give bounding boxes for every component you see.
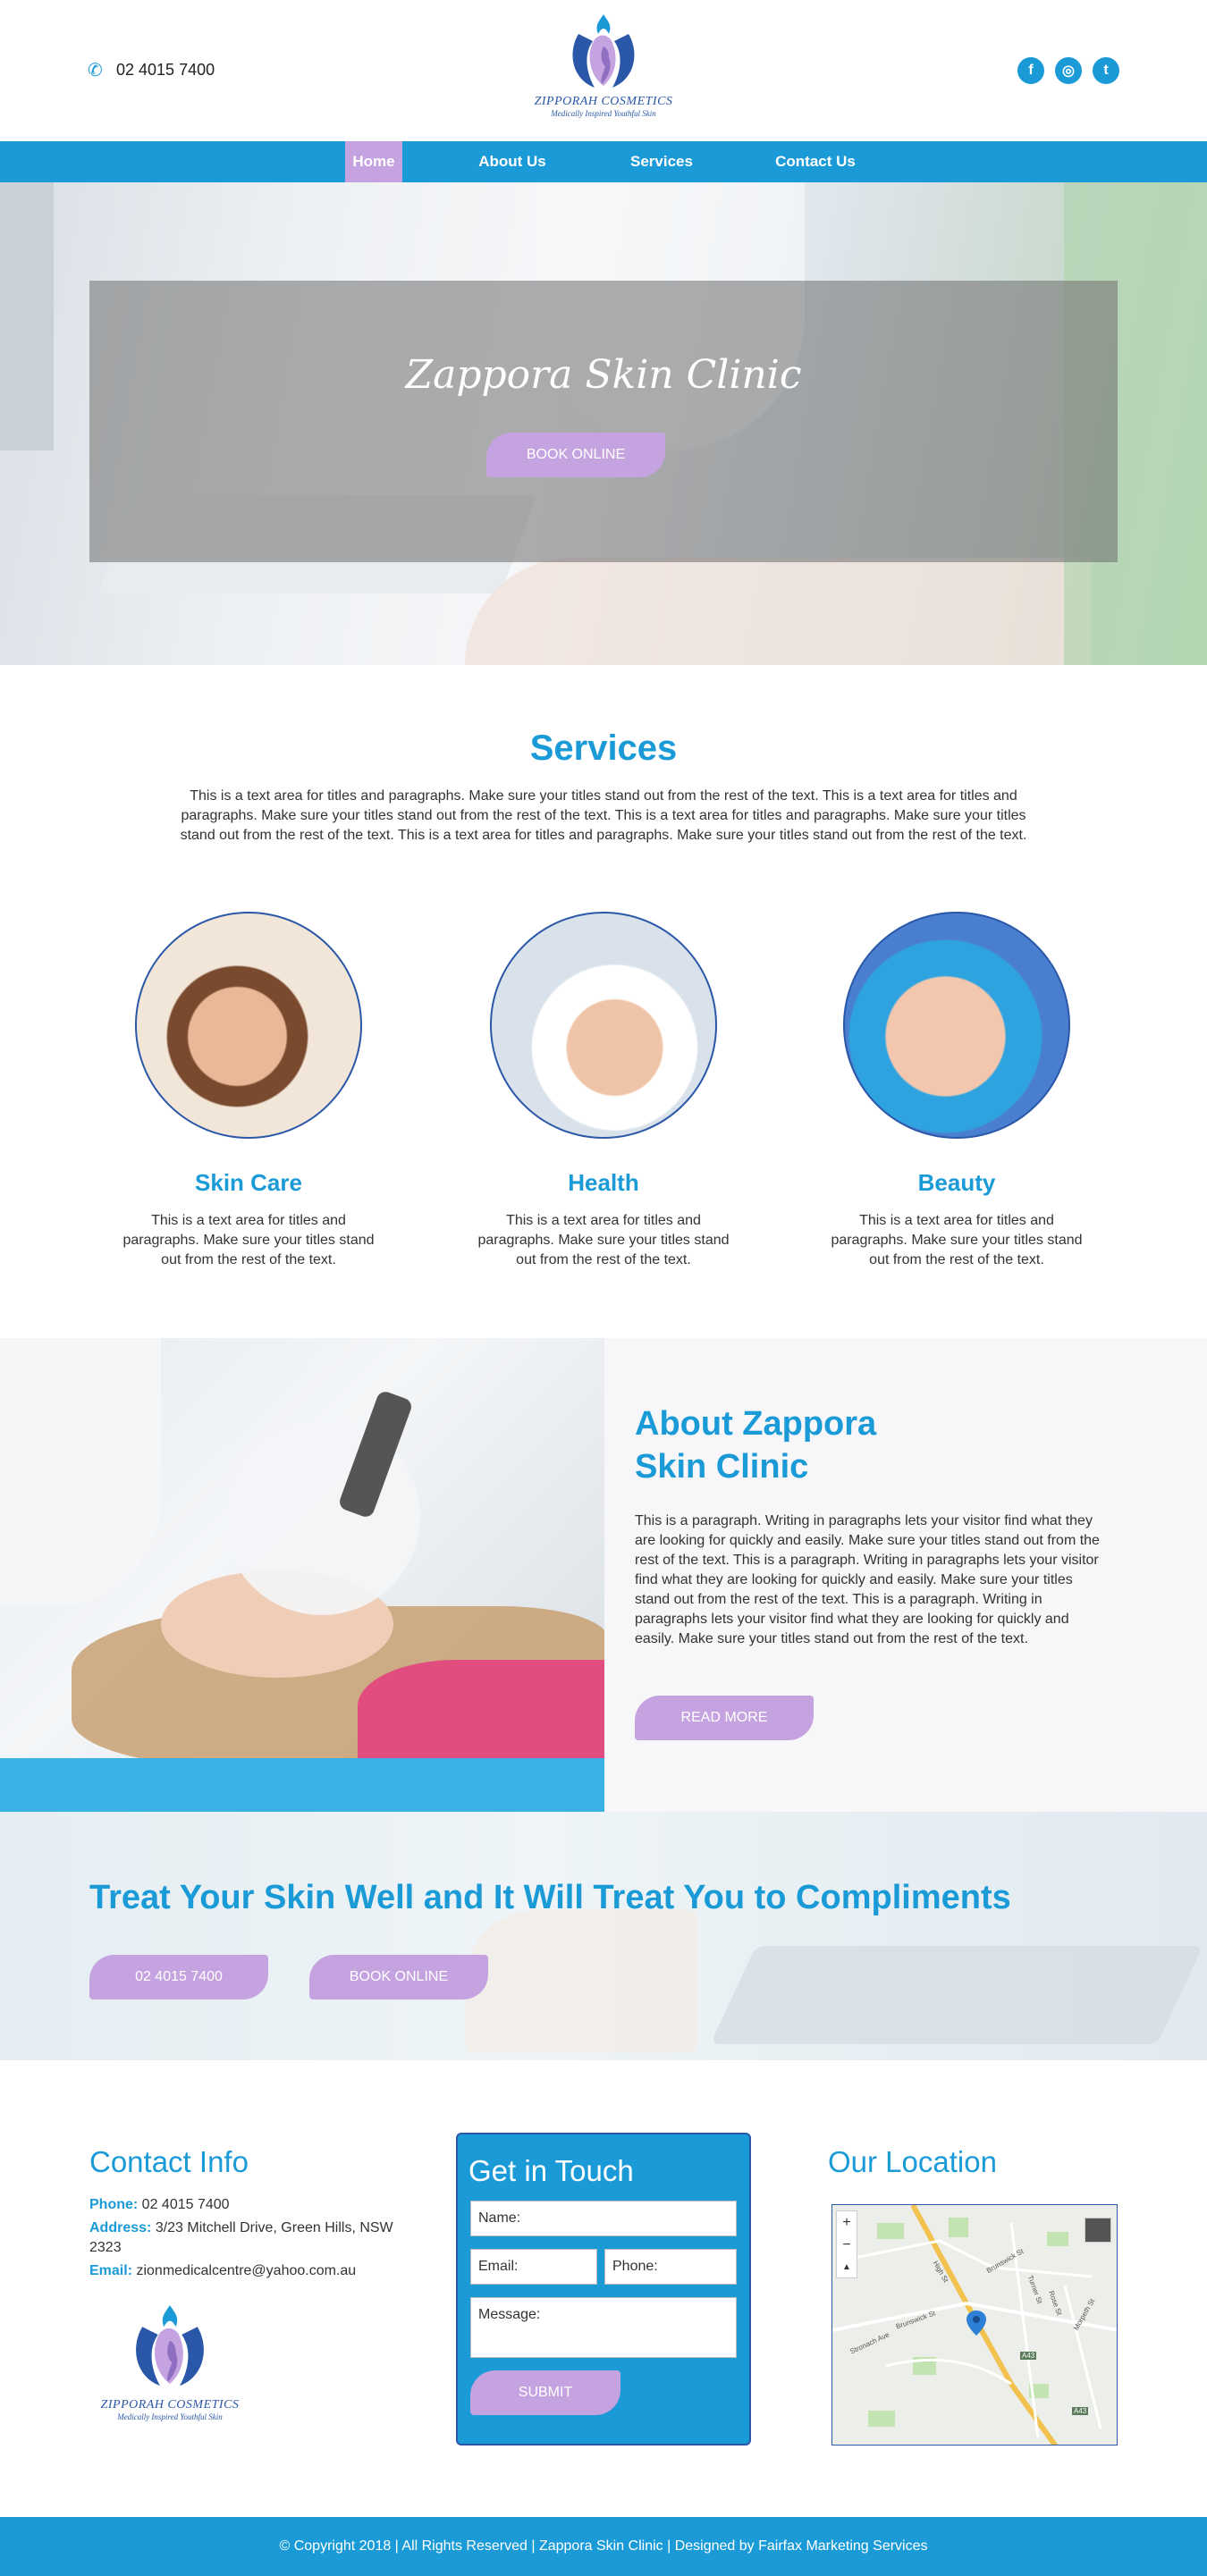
contact-phone-value[interactable]: 02 4015 7400 [142, 2197, 230, 2212]
fullscreen-icon[interactable] [1085, 2218, 1111, 2243]
twitter-icon[interactable]: t [1093, 57, 1119, 84]
logo[interactable]: ZIPPORAH COSMETICS Medically Inspired Yo… [528, 7, 679, 137]
service-card-skin-care: Skin Care This is a text area for titles… [114, 912, 383, 1270]
road-badge: A43 [1072, 2407, 1089, 2415]
name-field[interactable]: Name: [470, 2201, 737, 2236]
about-text: This is a paragraph. Writing in paragrap… [635, 1513, 1100, 1646]
logo-name: ZIPPORAH COSMETICS [534, 95, 673, 108]
contact-email: Email: zionmedicalcentre@yahoo.com.au [89, 2261, 411, 2281]
header: ✆ 02 4015 7400 ZIPPORAH COSMETICS Medica… [0, 0, 1207, 141]
hero-image-detail [0, 182, 54, 450]
contact-phone: Phone: 02 4015 7400 [89, 2195, 411, 2215]
service-title-beauty[interactable]: Beauty [823, 1169, 1091, 1197]
contact-phone-label: Phone: [89, 2197, 139, 2212]
about-title-line-1: About Zappora [635, 1405, 877, 1443]
contact-address: Address: 3/23 Mitchell Drive, Green Hill… [89, 2218, 411, 2258]
service-image-beauty [843, 912, 1070, 1139]
about-image [0, 1338, 604, 1812]
banner-book-online-button[interactable]: BOOK ONLINE [309, 1955, 488, 1999]
nav-contact-us[interactable]: Contact Us [765, 141, 865, 182]
about-title: About Zappora Skin Clinic [635, 1402, 1037, 1488]
header-phone[interactable]: ✆ 02 4015 7400 [88, 61, 215, 80]
contact-email-value[interactable]: zionmedicalcentre@yahoo.com.au [136, 2263, 356, 2278]
lotus-logo-icon [136, 2305, 204, 2387]
contact-form: Get in Touch Name: Email: Phone: Message… [456, 2133, 751, 2446]
nav-services[interactable]: Services [617, 141, 706, 182]
map-zoom-controls: + − ▲ [836, 2210, 857, 2278]
message-field[interactable]: Message: [470, 2297, 737, 2358]
hero-section: Zappora Skin Clinic BOOK ONLINE [0, 182, 1207, 665]
services-title: Services [529, 728, 678, 768]
hero-book-online-button[interactable]: BOOK ONLINE [486, 433, 665, 477]
page: ✆ 02 4015 7400 ZIPPORAH COSMETICS Medica… [0, 0, 1207, 2576]
facebook-icon[interactable]: f [1017, 57, 1044, 84]
our-location-title: Our Location [828, 2145, 997, 2178]
contact-info: Contact Info Phone: 02 4015 7400 Address… [89, 2145, 411, 2421]
nav-about-us[interactable]: About Us [465, 141, 560, 182]
our-location: Our Location [828, 2145, 1123, 2179]
banner-image-detail [710, 1946, 1203, 2044]
contact-form-title: Get in Touch [468, 2154, 634, 2187]
contact-address-label: Address: [89, 2220, 152, 2235]
service-title-health[interactable]: Health [469, 1169, 738, 1197]
phone-icon: ✆ [88, 60, 103, 80]
lotus-logo-icon [572, 14, 635, 88]
service-text-skin-care: This is a text area for titles and parag… [122, 1213, 375, 1267]
instagram-icon[interactable]: ◎ [1055, 57, 1082, 84]
social-links: f ◎ t [1017, 57, 1119, 84]
footer-logo-name: ZIPPORAH COSMETICS [100, 2398, 240, 2412]
submit-button[interactable]: SUBMIT [470, 2370, 620, 2415]
hero-image-detail [465, 558, 1091, 665]
location-map[interactable]: + − ▲ High St Brunswick St Brunswick St … [831, 2204, 1118, 2446]
footer-logo-tagline: Medically Inspired Youthful Skin [117, 2412, 223, 2421]
banner-title: Treat Your Skin Well and It Will Treat Y… [89, 1879, 1011, 1916]
service-card-beauty: Beauty This is a text area for titles an… [823, 912, 1091, 1270]
zoom-in-button[interactable]: + [837, 2211, 857, 2234]
about-panel: About Zappora Skin Clinic This is a para… [604, 1338, 1207, 1812]
service-text-health: This is a text area for titles and parag… [477, 1213, 730, 1267]
about-title-line-2: Skin Clinic [635, 1448, 809, 1486]
header-phone-number: 02 4015 7400 [116, 61, 215, 79]
service-text-beauty: This is a text area for titles and parag… [831, 1213, 1083, 1267]
nav-home[interactable]: Home [345, 141, 402, 182]
footer-logo[interactable]: ZIPPORAH COSMETICS Medically Inspired Yo… [89, 2297, 250, 2421]
service-card-health: Health This is a text area for titles an… [469, 912, 738, 1270]
read-more-button[interactable]: READ MORE [635, 1696, 814, 1740]
main-nav: Home About Us Services Contact Us [0, 141, 1207, 182]
footer: © Copyright 2018 | All Rights Reserved |… [0, 2517, 1207, 2576]
service-image-skin-care [135, 912, 362, 1139]
phone-field[interactable]: Phone: [604, 2249, 737, 2285]
compass-icon[interactable]: ▲ [837, 2256, 857, 2278]
logo-tagline: Medically Inspired Youthful Skin [551, 109, 656, 118]
service-image-health [490, 912, 717, 1139]
services-intro: This is a text area for titles and parag… [180, 788, 1027, 843]
hero-title: Zappora Skin Clinic [405, 352, 802, 398]
contact-email-label: Email: [89, 2263, 133, 2278]
road-badge: A43 [1020, 2352, 1037, 2360]
service-title-skin-care[interactable]: Skin Care [114, 1169, 383, 1197]
zoom-out-button[interactable]: − [837, 2234, 857, 2256]
cta-banner: Treat Your Skin Well and It Will Treat Y… [0, 1812, 1207, 2060]
contact-info-title: Contact Info [89, 2145, 249, 2178]
banner-image-detail [465, 1910, 697, 2053]
hero-overlay-box: Zappora Skin Clinic BOOK ONLINE [89, 281, 1118, 562]
banner-phone-button[interactable]: 02 4015 7400 [89, 1955, 268, 1999]
email-field[interactable]: Email: [470, 2249, 597, 2285]
